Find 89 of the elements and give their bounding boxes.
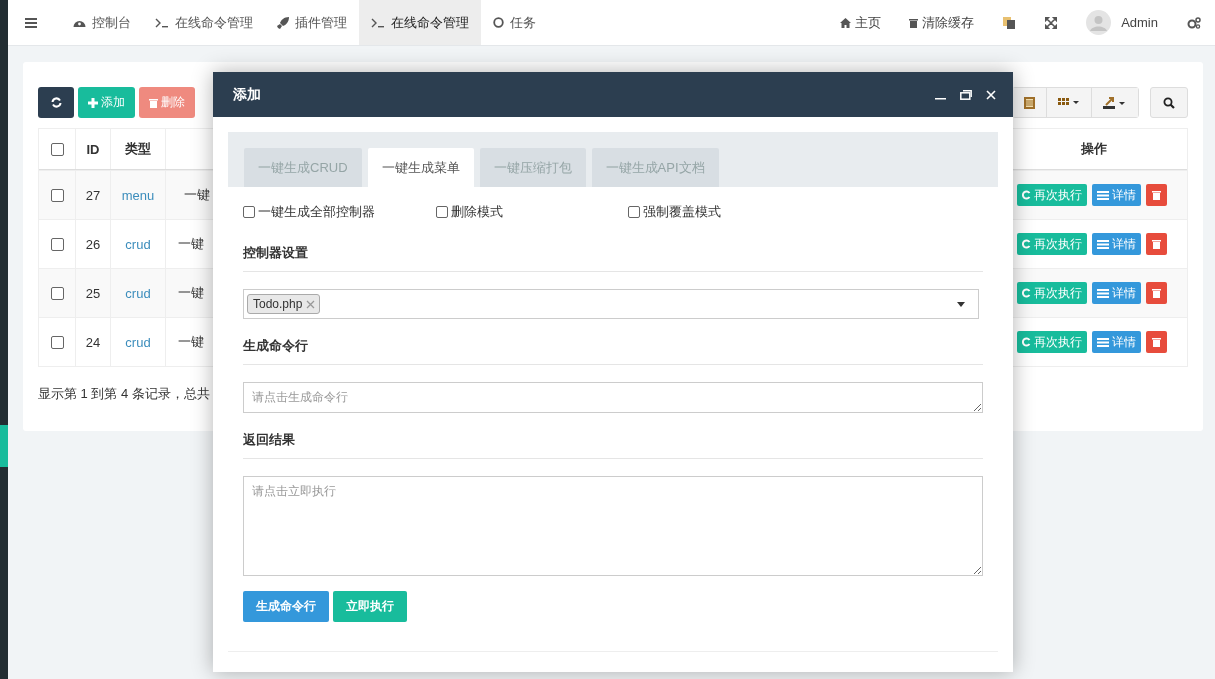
refresh-icon — [50, 97, 62, 108]
select-all-checkbox[interactable] — [50, 142, 64, 156]
nav-tab[interactable]: 在线命令管理 — [359, 0, 481, 45]
column-header: 类型 — [111, 129, 166, 169]
row-checkbox[interactable] — [50, 335, 64, 349]
avatar-icon — [1086, 10, 1112, 35]
option-label: 删除模式 — [451, 203, 503, 221]
redo-icon — [1022, 239, 1031, 249]
trash-icon — [1152, 337, 1161, 347]
dropdown-caret-icon — [957, 301, 965, 307]
table-cell: 一键 — [184, 186, 210, 204]
row-checkbox[interactable] — [50, 237, 64, 251]
dialog-title: 添加 — [233, 85, 262, 104]
menu-icon[interactable] — [25, 17, 37, 28]
rerun-button[interactable]: 再次执行 — [1017, 282, 1087, 304]
trash-icon — [1152, 190, 1161, 200]
settings-icon[interactable] — [1187, 16, 1201, 29]
detail-button[interactable]: 详情 — [1092, 282, 1141, 304]
nav-tab[interactable]: 控制台 — [61, 0, 143, 45]
detail-button[interactable]: 详情 — [1092, 184, 1141, 206]
user-menu[interactable]: Admin — [1086, 10, 1158, 35]
delete-row-button[interactable] — [1146, 184, 1167, 206]
dialog-tab[interactable]: 一键生成菜单 — [367, 148, 474, 187]
result-field[interactable]: 请点击立即执行 — [243, 476, 983, 576]
grid-caret-icon — [1058, 97, 1080, 108]
trash-icon — [1152, 239, 1161, 249]
row-checkbox[interactable] — [50, 188, 64, 202]
table-view-button[interactable] — [1013, 88, 1046, 117]
column-header: ID — [76, 129, 111, 169]
table-cell: 一键 — [178, 333, 204, 351]
add-button[interactable]: 添加 — [78, 87, 135, 118]
selected-tag: Todo.php — [247, 294, 321, 314]
export-caret-icon — [1103, 96, 1127, 109]
option-label: 一键生成全部控制器 — [258, 203, 375, 221]
table-cell: 一键 — [178, 235, 204, 253]
section-heading: 控制器设置 — [243, 237, 983, 272]
circle-icon — [493, 17, 504, 28]
nav-link[interactable]: 主页 — [826, 13, 896, 32]
close-icon[interactable] — [986, 89, 996, 100]
fullscreen-icon[interactable] — [1045, 16, 1058, 29]
table-cell: 一键 — [178, 284, 204, 302]
rerun-button[interactable]: 再次执行 — [1017, 184, 1087, 206]
rerun-button[interactable]: 再次执行 — [1017, 331, 1087, 353]
command-field[interactable]: 请点击生成命令行 — [243, 382, 983, 413]
redo-icon — [1022, 288, 1031, 298]
nav-tab[interactable]: 任务 — [481, 0, 548, 45]
search-button[interactable] — [1150, 87, 1188, 118]
execute-button[interactable]: 立即执行 — [333, 591, 407, 622]
nav-tab[interactable]: 插件管理 — [265, 0, 359, 45]
columns-button[interactable] — [1046, 88, 1091, 117]
detail-button[interactable]: 详情 — [1092, 233, 1141, 255]
home-icon — [840, 17, 852, 28]
nav-link[interactable]: 清除缓存 — [895, 13, 989, 32]
table-cell: crud — [111, 318, 166, 366]
redo-icon — [1022, 190, 1031, 200]
table-cell: menu — [111, 171, 166, 219]
delete-row-button[interactable] — [1146, 331, 1167, 353]
table-cell: crud — [111, 269, 166, 317]
rerun-button[interactable]: 再次执行 — [1017, 233, 1087, 255]
table-cell: 27 — [76, 171, 111, 219]
sidebar-indicator — [0, 425, 8, 467]
pagination-info: 显示第 1 到第 4 条记录，总共 — [38, 385, 210, 403]
section-heading: 返回结果 — [243, 424, 983, 459]
section-heading: 生成命令行 — [243, 330, 983, 365]
terminal-icon — [155, 17, 169, 28]
plus-icon — [88, 97, 98, 108]
redo-icon — [1022, 337, 1031, 347]
trash-icon — [909, 17, 919, 28]
nav-tab[interactable]: 在线命令管理 — [143, 0, 265, 45]
table-cell: 24 — [76, 318, 111, 366]
detail-button[interactable]: 详情 — [1092, 331, 1141, 353]
refresh-button[interactable] — [38, 87, 74, 118]
search-icon — [1163, 96, 1175, 109]
generate-command-button[interactable]: 生成命令行 — [243, 591, 329, 622]
row-checkbox[interactable] — [50, 286, 64, 300]
export-button[interactable] — [1091, 88, 1138, 117]
option-checkbox[interactable] — [243, 206, 255, 218]
trash-icon — [149, 97, 158, 108]
option-checkbox[interactable] — [628, 206, 640, 218]
table-cell: 25 — [76, 269, 111, 317]
delete-row-button[interactable] — [1146, 282, 1167, 304]
maximize-icon[interactable] — [960, 89, 972, 100]
option-label: 强制覆盖模式 — [643, 203, 721, 221]
delete-row-button[interactable] — [1146, 233, 1167, 255]
controller-select[interactable]: Todo.php — [243, 289, 979, 319]
column-header: 操作 — [1080, 140, 1108, 158]
option-checkbox[interactable] — [436, 206, 448, 218]
terminal-icon — [371, 17, 385, 28]
trash-icon — [1152, 288, 1161, 298]
